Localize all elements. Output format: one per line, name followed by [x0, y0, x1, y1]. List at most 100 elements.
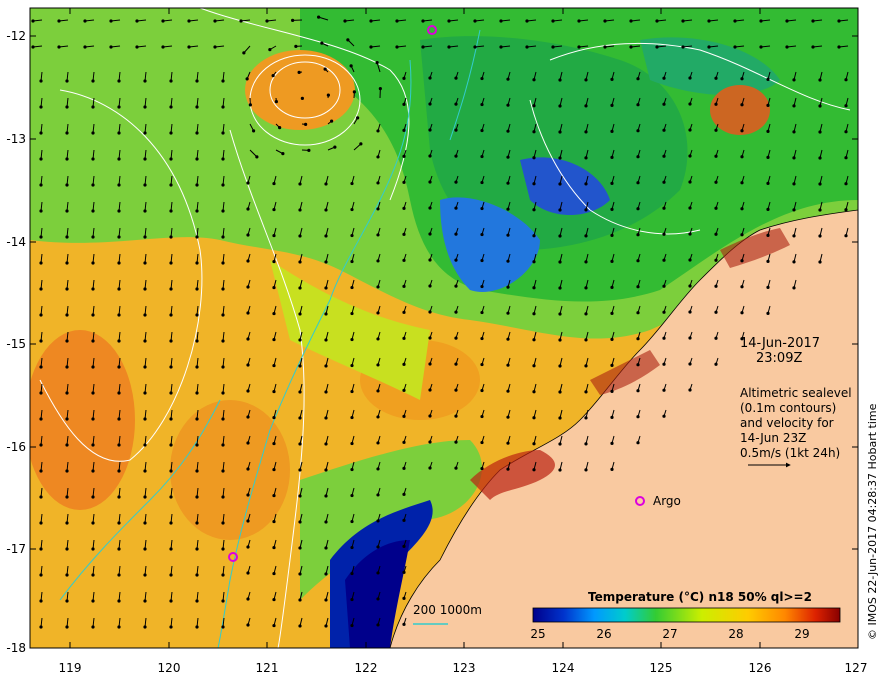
velocity-arrow-head	[350, 259, 354, 264]
velocity-arrow-head	[636, 129, 640, 133]
velocity-arrow-head	[506, 181, 510, 185]
velocity-arrow-head	[117, 443, 121, 447]
velocity-arrow-head	[169, 235, 173, 239]
velocity-arrow-head	[161, 19, 165, 23]
velocity-arrow-head	[506, 259, 510, 263]
velocity-arrow-head	[740, 155, 744, 159]
velocity-arrow-head	[221, 79, 225, 83]
velocity-arrow-head	[268, 48, 272, 52]
velocity-arrow-head	[525, 19, 529, 23]
velocity-arrow-head	[376, 597, 380, 601]
velocity-arrow-head	[117, 365, 121, 369]
velocity-arrow-head	[662, 284, 666, 288]
velocity-arrow-head	[221, 365, 225, 369]
velocity-arrow-head	[454, 102, 458, 106]
velocity-arrow-head	[766, 233, 770, 237]
velocity-arrow-head	[506, 311, 510, 315]
velocity-arrow-head	[740, 103, 744, 107]
velocity-arrow-head	[480, 180, 484, 185]
velocity-arrow-head	[688, 102, 692, 106]
velocity-arrow-head	[91, 157, 95, 161]
velocity-arrow-head	[350, 623, 354, 628]
velocity-arrow-head	[532, 390, 536, 394]
velocity-arrow-head	[39, 235, 43, 239]
velocity-arrow-head	[195, 599, 199, 603]
velocity-arrow-head	[298, 364, 302, 368]
velocity-arrow-head	[272, 207, 276, 212]
velocity-arrow-head	[117, 521, 121, 525]
velocity-arrow-head	[195, 79, 199, 83]
velocity-arrow-head	[117, 261, 121, 265]
velocity-arrow-head	[376, 337, 380, 341]
velocity-arrow-head	[636, 155, 640, 159]
velocity-arrow-head	[265, 19, 269, 23]
velocity-arrow-head	[376, 285, 380, 289]
velocity-arrow-head	[610, 467, 614, 471]
velocity-arrow-head	[307, 148, 311, 152]
velocity-arrow-head	[603, 19, 607, 23]
velocity-arrow-head	[707, 19, 711, 23]
velocity-arrow-head	[195, 495, 199, 499]
velocity-arrow-head	[681, 19, 685, 23]
velocity-arrow-head	[135, 45, 139, 49]
velocity-arrow-head	[143, 495, 147, 499]
velocity-arrow-head	[350, 363, 354, 368]
velocity-arrow-head	[298, 572, 302, 576]
x-axis: 119 120 121 122 123 124 125 126 127	[59, 661, 868, 675]
velocity-arrow-head	[39, 625, 43, 629]
velocity-arrow-head	[577, 45, 581, 49]
velocity-arrow-head	[740, 129, 744, 133]
velocity-arrow-head	[480, 362, 484, 367]
velocity-arrow-head	[246, 571, 250, 575]
velocity-arrow-head	[65, 313, 69, 317]
velocity-arrow-head	[688, 206, 692, 210]
velocity-arrow-head	[454, 388, 458, 392]
x-tick-label: 121	[256, 661, 279, 675]
velocity-arrow-head	[117, 417, 121, 421]
velocity-arrow-head	[421, 19, 425, 23]
velocity-arrow-head	[91, 521, 95, 525]
velocity-arrow-head	[837, 45, 841, 49]
velocity-arrow-head	[117, 469, 121, 473]
velocity-arrow-head	[714, 232, 718, 236]
velocity-arrow-head	[117, 391, 121, 395]
velocity-arrow-head	[688, 180, 692, 184]
velocity-arrow-head	[278, 126, 282, 130]
velocity-arrow-head	[584, 104, 588, 108]
velocity-arrow-head	[39, 391, 43, 395]
x-tick-label: 119	[59, 661, 82, 675]
velocity-arrow-head	[636, 441, 640, 445]
velocity-arrow-head	[298, 546, 302, 550]
velocity-arrow-head	[169, 183, 173, 187]
velocity-arrow-head	[65, 261, 69, 265]
velocity-arrow-head	[844, 234, 848, 238]
velocity-arrow-head	[376, 233, 380, 237]
velocity-arrow-head	[506, 103, 510, 107]
velocity-arrow-head	[662, 154, 666, 158]
velocity-arrow-head	[376, 155, 380, 159]
velocity-arrow-head	[324, 442, 328, 446]
velocity-arrow-head	[454, 128, 458, 132]
velocity-arrow-head	[662, 76, 666, 80]
velocity-arrow-head	[402, 518, 406, 522]
velocity-arrow-head	[532, 208, 536, 212]
velocity-arrow-head	[636, 103, 640, 107]
velocity-arrow-head	[532, 260, 536, 264]
velocity-arrow-head	[610, 155, 614, 159]
velocity-arrow-head	[662, 388, 666, 392]
velocity-arrow-head	[376, 259, 380, 263]
velocity-arrow-head	[221, 131, 225, 135]
velocity-arrow-head	[428, 440, 432, 444]
velocity-arrow-head	[350, 285, 354, 290]
velocity-arrow-head	[766, 77, 770, 81]
velocity-arrow-head	[143, 443, 147, 447]
velocity-arrow-head	[610, 285, 614, 289]
velocity-arrow-head	[688, 310, 692, 314]
velocity-arrow-head	[688, 154, 692, 158]
velocity-arrow-head	[714, 128, 718, 132]
velocity-arrow-head	[195, 157, 199, 161]
velocity-arrow-head	[811, 45, 815, 49]
y-tick-label: -12	[6, 29, 26, 43]
velocity-arrow-head	[610, 363, 614, 367]
velocity-arrow-head	[558, 78, 562, 82]
